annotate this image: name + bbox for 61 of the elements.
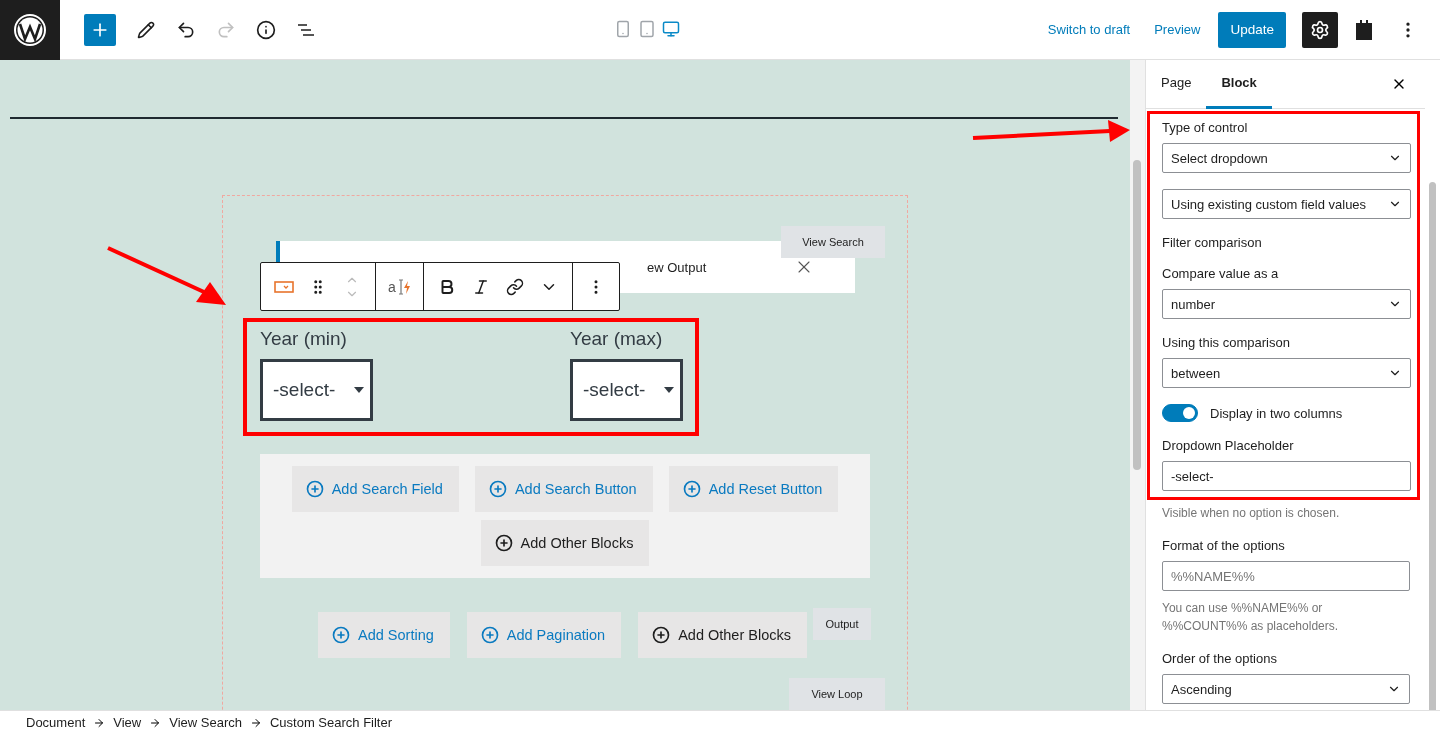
scrollbar-thumb[interactable] xyxy=(1133,160,1141,470)
switch-to-draft-link[interactable]: Switch to draft xyxy=(1041,14,1137,45)
field-label: Using this comparison xyxy=(1162,335,1291,350)
caret-icon xyxy=(354,387,364,393)
field-label: Compare value as a xyxy=(1162,266,1280,281)
add-block-button[interactable]: Add Search Field xyxy=(291,466,459,512)
toggle-switch[interactable] xyxy=(1162,404,1198,422)
breadcrumb-link[interactable]: View Search xyxy=(169,715,242,730)
select-dropdown[interactable]: -select- xyxy=(570,359,683,421)
toggle-label: Display in two columns xyxy=(1210,405,1343,421)
breadcrumb-link[interactable]: View xyxy=(113,715,142,730)
breadcrumb-link[interactable]: Custom Search Filter xyxy=(269,715,393,730)
add-block-button[interactable]: Add Pagination xyxy=(466,612,622,658)
breadcrumb-link[interactable]: Document xyxy=(26,715,86,730)
arrow-right-icon xyxy=(249,716,262,729)
help-text: Visible when no option is chosen. xyxy=(1162,505,1341,522)
update-button[interactable]: Update xyxy=(1218,11,1286,48)
input-field[interactable]: -select- xyxy=(1162,461,1411,491)
select-dropdown[interactable]: Ascending xyxy=(1162,674,1410,704)
plus-circle-icon xyxy=(488,480,507,498)
add-block-button[interactable]: Add Search Button xyxy=(474,466,653,512)
plus-circle-icon xyxy=(682,480,701,498)
caret-icon xyxy=(664,387,674,393)
output-tag[interactable]: Output xyxy=(813,608,871,640)
add-block-button[interactable] xyxy=(84,13,116,46)
plus-circle-icon xyxy=(305,480,324,498)
input-field[interactable]: %%NAME%% xyxy=(1162,561,1410,591)
field-label: Format of the options xyxy=(1162,538,1286,553)
text-cursor-bolt-icon xyxy=(396,277,411,296)
field-label: Order of the options xyxy=(1162,651,1278,666)
scrollbar-thumb[interactable] xyxy=(1429,182,1436,710)
add-block-button[interactable]: Add Other Blocks xyxy=(480,520,650,566)
plus-circle-icon xyxy=(652,626,671,644)
select-dropdown[interactable]: -select- xyxy=(260,359,373,421)
plus-circle-icon xyxy=(494,534,513,552)
section-label: Filter comparison xyxy=(1162,235,1263,250)
arrow-right-icon xyxy=(149,716,162,729)
notice-text: ew Output xyxy=(647,259,707,275)
filter-label: Year (min) xyxy=(260,328,348,350)
add-block-button[interactable]: Add Reset Button xyxy=(668,466,839,512)
select-dropdown[interactable]: Select dropdown xyxy=(1162,143,1411,173)
add-block-button[interactable]: Add Sorting xyxy=(318,612,450,658)
settings-icon[interactable] xyxy=(1302,11,1338,48)
select-dropdown[interactable]: Using existing custom field values xyxy=(1162,189,1411,219)
field-label: Type of control xyxy=(1162,120,1249,135)
add-block-button[interactable]: Add Other Blocks xyxy=(638,612,807,658)
select-dropdown[interactable]: number xyxy=(1162,289,1411,319)
sidebar-tab[interactable]: Block xyxy=(1206,60,1272,109)
view-loop-tag[interactable]: View Loop xyxy=(789,678,885,710)
arrow-right-icon xyxy=(93,716,106,729)
field-label: Dropdown Placeholder xyxy=(1162,438,1295,453)
dynamic-text-button[interactable]: a xyxy=(382,263,417,310)
plus-circle-icon xyxy=(332,626,350,644)
filter-label: Year (max) xyxy=(570,328,664,350)
preview-link[interactable]: Preview xyxy=(1148,14,1207,45)
help-text: You can use %%NAME%% or %%COUNT%% as placeholders. xyxy=(1162,600,1340,635)
view-search-tag[interactable]: View Search xyxy=(781,226,885,258)
plus-circle-icon xyxy=(480,626,499,644)
logo-icon[interactable] xyxy=(0,0,60,60)
sidebar-tab[interactable]: Page xyxy=(1146,60,1207,109)
select-dropdown[interactable]: between xyxy=(1162,358,1411,388)
